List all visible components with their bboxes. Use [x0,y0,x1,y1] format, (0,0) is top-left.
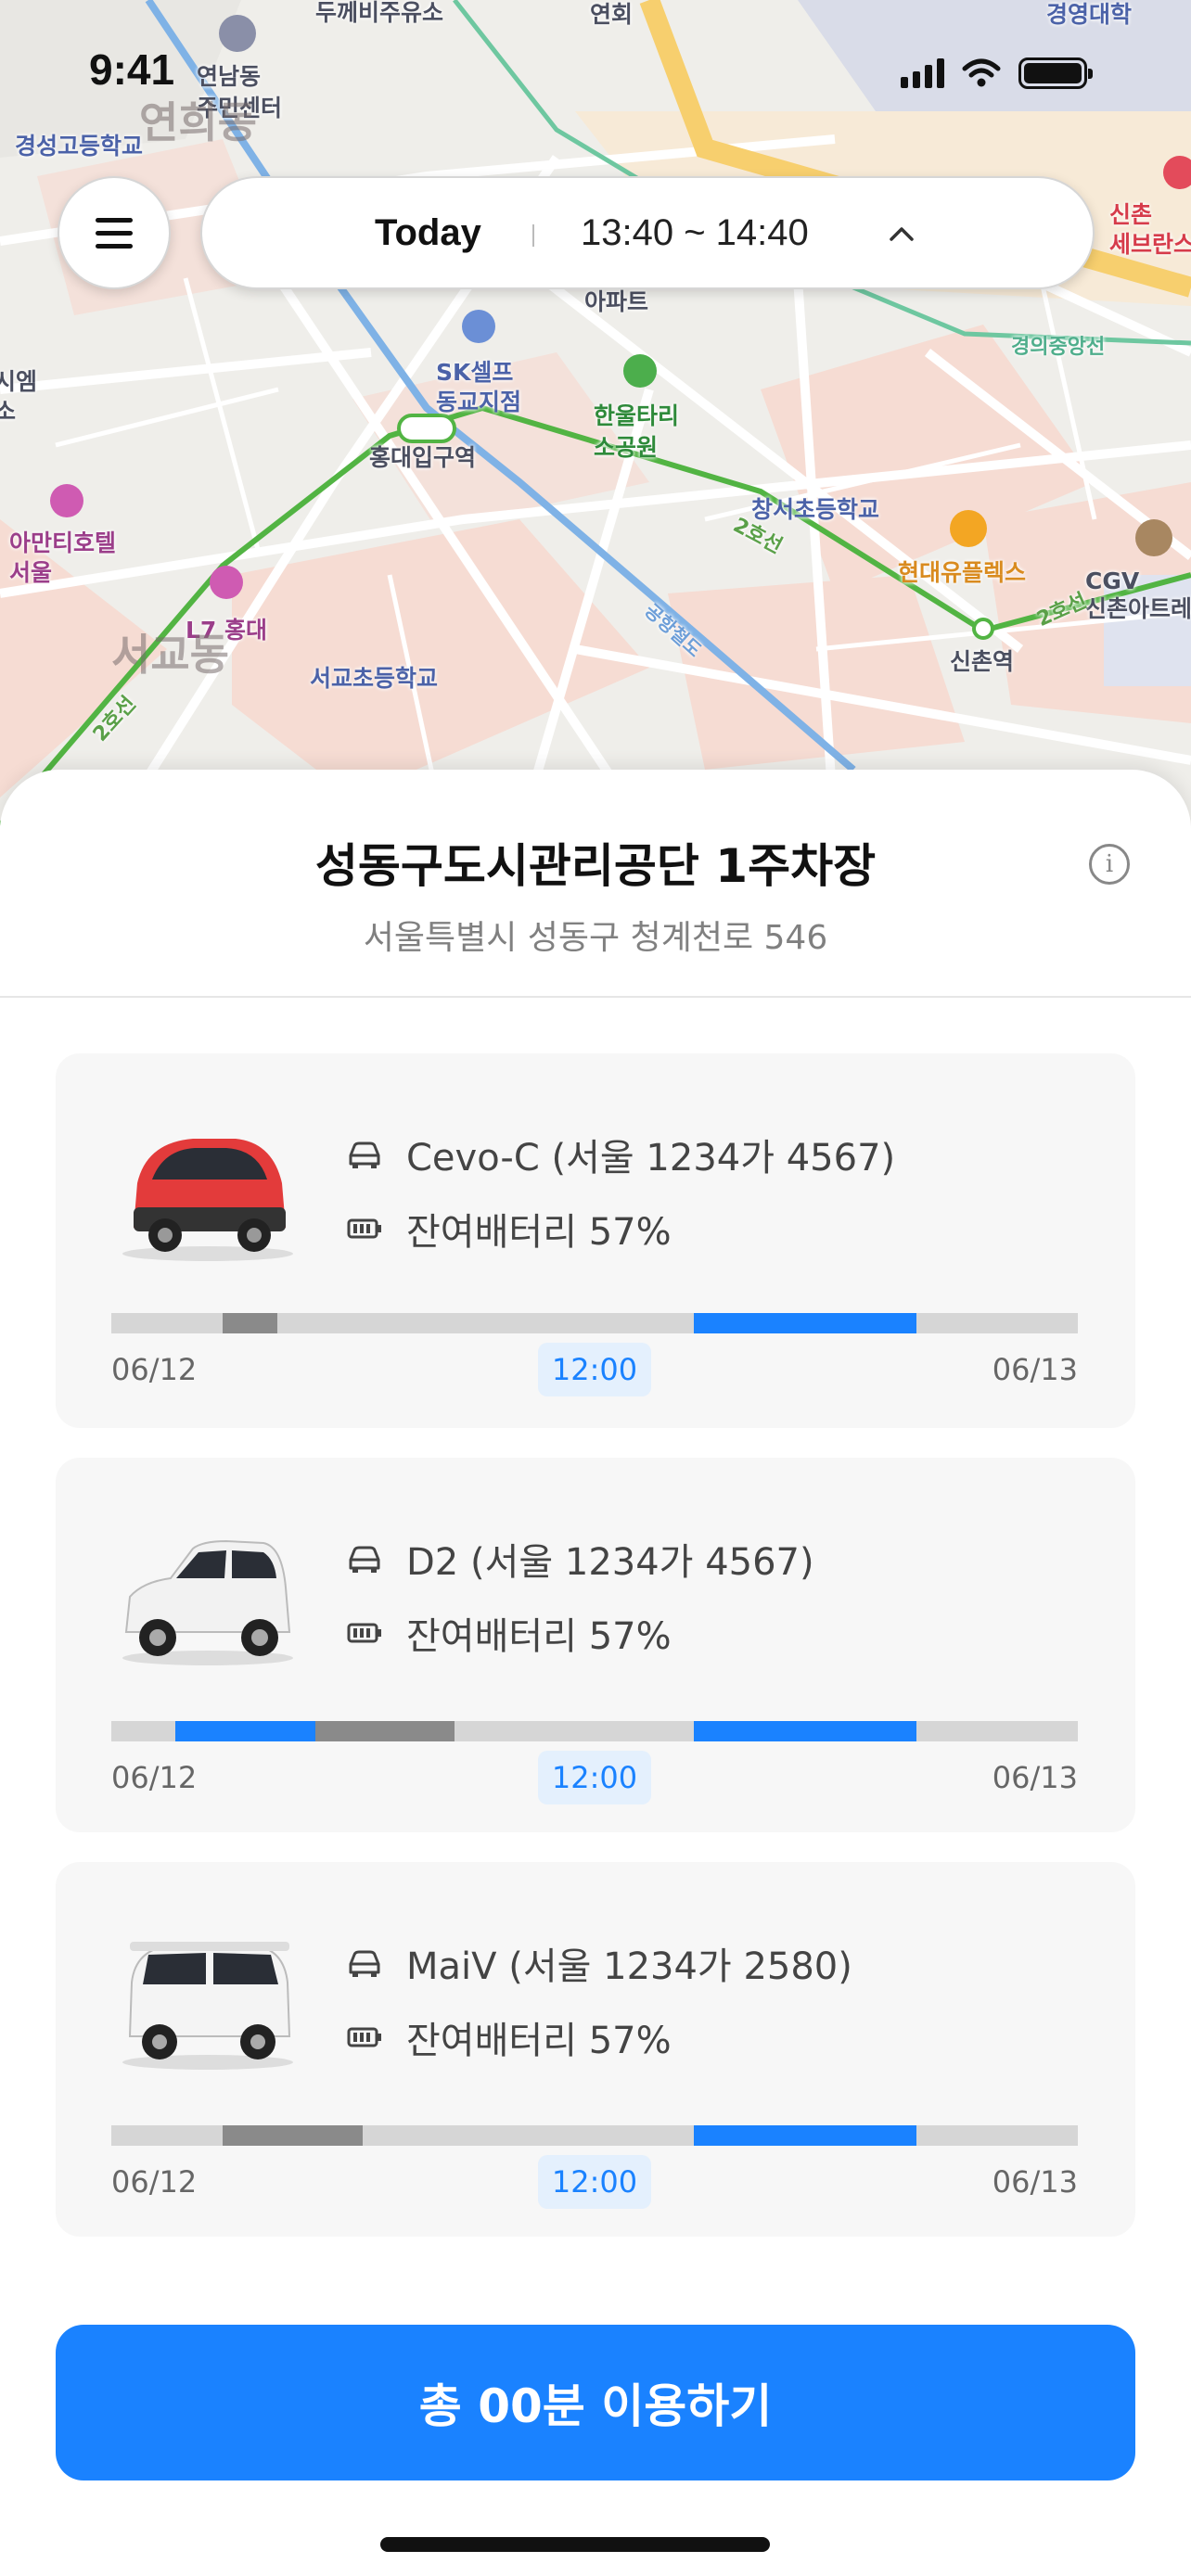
selected-time-segment [174,1721,315,1741]
booked-time-segment [314,1721,455,1741]
battery-status-icon [1018,57,1093,89]
car-icon [349,1950,380,1977]
availability-timeline[interactable] [111,1721,1078,1741]
map-label: 경의중앙선 [1011,336,1106,359]
map-label: 홍대입구역 [369,444,477,471]
booked-time-segment [222,1313,278,1333]
hamburger-icon-bar [96,217,133,223]
car-battery: 잔여배터리 57% [406,1615,672,1658]
hamburger-icon-bar [96,243,133,249]
selected-time-segment [694,1313,916,1333]
timeline-midpoint-time: 12:00 [538,2155,651,2209]
menu-button[interactable] [58,176,171,289]
rental-time-range: 13:40 ~ 14:40 [581,211,809,253]
status-icons [901,57,1093,89]
map-label: 신촌 세브란스 [1109,201,1191,258]
timeline-midpoint-time: 12:00 [538,1343,651,1396]
selected-time-segment [694,1721,916,1741]
timeline-end-date: 06/13 [992,1760,1078,1795]
divider [0,996,1191,998]
car-name: Cevo-C (서울 1234가 4567) [406,1137,896,1180]
booked-time-segment [222,2125,363,2146]
cellular-signal-icon [901,58,944,88]
pill-divider [532,224,534,247]
car-name: D2 (서울 1234가 4567) [406,1541,814,1584]
car-battery-row: 잔여배터리 57% [345,2010,672,2064]
map-label: 경성고등학교 [15,133,144,159]
map-label: 연회 [590,1,634,28]
car-name-row: MaiV (서울 1234가 2580) [345,1936,852,1990]
map-label: 경영대학 [1046,1,1133,28]
map-label: 신촌역 [950,648,1015,675]
map-label: CGV 신촌아트레 [1085,567,1191,622]
rent-submit-button[interactable]: 총 00분 이용하기 [56,2325,1135,2480]
timeline-start-date: 06/12 [111,1760,198,1795]
timeline-end-date: 06/13 [992,2164,1078,2200]
map-label: 연희동 [139,97,257,147]
car-battery-row: 잔여배터리 57% [345,1606,672,1660]
battery-icon [347,2027,381,2047]
car-image [122,1942,293,2070]
car-battery-row: 잔여배터리 57% [345,1202,672,1256]
info-icon[interactable]: i [1089,844,1130,885]
battery-icon [347,1218,381,1239]
hamburger-icon-bar [96,230,133,236]
map-label: 현대유플렉스 [898,559,1027,586]
car-name-row: Cevo-C (서울 1234가 4567) [345,1128,895,1181]
map-label: 두께비주유소 [315,0,444,26]
wifi-icon [962,58,1001,87]
map-label: 서교동 [111,630,229,680]
car-image [122,1139,293,1261]
rental-time-selector[interactable]: Today 13:40 ~ 14:40 [200,176,1095,289]
battery-icon [347,1623,381,1643]
map-label: 창서초등학교 [751,496,880,523]
timeline-midpoint-time: 12:00 [538,1751,651,1804]
status-time: 9:41 [89,45,175,94]
car-image [122,1539,293,1665]
car-name: MaiV (서울 1234가 2580) [406,1945,852,1988]
map-view[interactable]: 두께비주유소 연회 경영대학 연남동 주민센터 경성고등학교 연희동 아파트 S… [0,0,1191,835]
car-icon [349,1141,380,1168]
rental-day: Today [375,211,481,253]
timeline-end-date: 06/13 [992,1352,1078,1387]
map-label: SK셀프 동교지점 [436,359,522,415]
parking-lot-address: 서울특별시 성동구 청계천로 546 [363,919,828,957]
chevron-up-icon [890,227,914,241]
car-battery: 잔여배터리 57% [406,2020,672,2062]
map-label: 서교초등학교 [310,665,439,692]
parking-lot-name: 성동구도시관리공단 1주차장 [314,839,877,893]
car-card[interactable]: Cevo-C (서울 1234가 4567) 잔여배터리 57% 06/12 1… [56,1053,1135,1428]
car-icon [349,1546,380,1573]
timeline-start-date: 06/12 [111,2164,198,2200]
car-card[interactable]: MaiV (서울 1234가 2580) 잔여배터리 57% 06/12 12:… [56,1862,1135,2237]
selected-time-segment [694,2125,916,2146]
map-label: 시엠 소 [0,368,38,425]
map-label: 한울타리 소공원 [594,402,680,461]
home-indicator[interactable] [380,2537,770,2552]
car-card[interactable]: D2 (서울 1234가 4567) 잔여배터리 57% 06/12 12:00… [56,1458,1135,1832]
car-battery: 잔여배터리 57% [406,1211,672,1254]
availability-timeline[interactable] [111,2125,1078,2146]
map-label: 아만티호텔 서울 [9,529,117,586]
availability-timeline[interactable] [111,1313,1078,1333]
timeline-start-date: 06/12 [111,1352,198,1387]
car-name-row: D2 (서울 1234가 4567) [345,1532,814,1586]
